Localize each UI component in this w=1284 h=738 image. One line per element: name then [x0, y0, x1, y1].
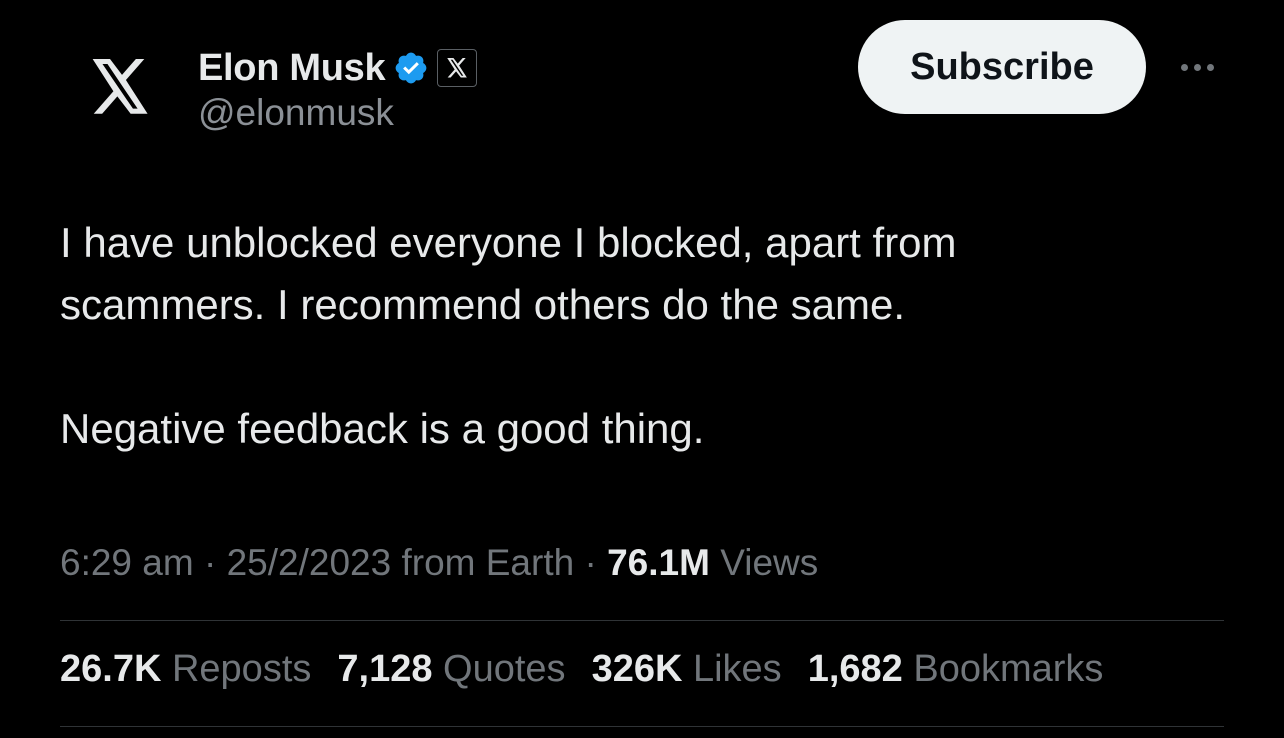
stat-count: 7,128 [337, 648, 433, 690]
stat-label: Reposts [171, 648, 312, 690]
more-horizontal-icon [1206, 63, 1214, 71]
stat-count: 1,682 [807, 648, 903, 690]
verified-badge-icon[interactable] [393, 50, 429, 86]
meta-separator: · [203, 542, 217, 583]
more-options-button[interactable] [1170, 52, 1224, 82]
stat-likes[interactable]: 326K Likes [592, 648, 782, 691]
tweet-meta: 6:29 am · 25/2/2023 from Earth · 76.1M V… [60, 542, 818, 584]
stat-label: Quotes [443, 648, 566, 690]
tweet-date-source[interactable]: 25/2/2023 from Earth [227, 542, 575, 583]
x-affiliate-badge-icon[interactable] [437, 49, 478, 87]
stat-label: Bookmarks [913, 648, 1104, 690]
more-horizontal-icon [1193, 63, 1201, 71]
stat-bookmarks[interactable]: 1,682 Bookmarks [808, 648, 1104, 691]
tweet-text-line: I have unblocked everyone I blocked, apa… [60, 219, 957, 266]
tweet-text: I have unblocked everyone I blocked, apa… [60, 212, 1240, 460]
divider [60, 620, 1224, 621]
author-display-name[interactable]: Elon Musk [198, 47, 386, 90]
author-name-row: Elon Musk [198, 44, 478, 92]
tweet-text-line: Negative feedback is a good thing. [60, 405, 705, 452]
stat-count: 326K [591, 648, 683, 690]
divider [60, 726, 1224, 727]
views-label: Views [720, 542, 819, 583]
meta-separator: · [584, 542, 597, 583]
more-horizontal-icon [1180, 63, 1188, 71]
tweet-text-line: scammers. I recommend others do the same… [60, 281, 905, 328]
engagement-stats: 26.7K Reposts 7,128 Quotes 326K Likes 1,… [60, 648, 1103, 691]
stat-quotes[interactable]: 7,128 Quotes [337, 648, 565, 691]
subscribe-button[interactable]: Subscribe [858, 20, 1146, 114]
stat-count: 26.7K [60, 648, 162, 690]
stat-label: Likes [692, 648, 782, 690]
views-count: 76.1M [607, 542, 710, 583]
stat-reposts[interactable]: 26.7K Reposts [60, 648, 311, 691]
author-handle[interactable]: @elonmusk [198, 92, 394, 134]
avatar[interactable] [60, 29, 180, 149]
x-logo-icon [89, 58, 151, 120]
tweet-time[interactable]: 6:29 am [60, 542, 194, 583]
